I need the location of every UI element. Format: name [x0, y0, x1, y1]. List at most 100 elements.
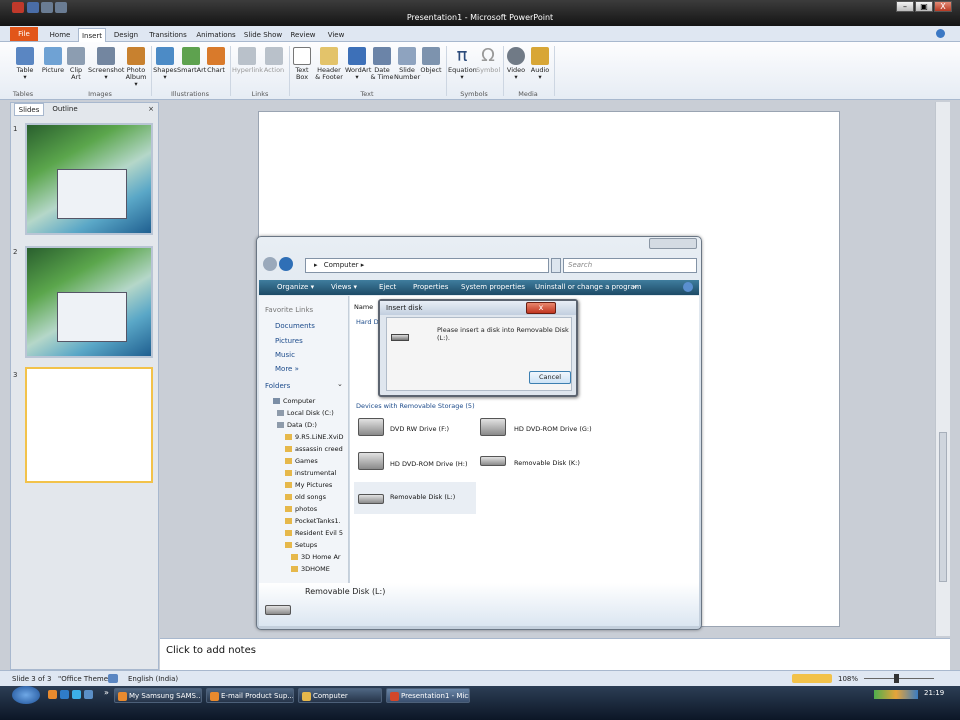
- minimize-button[interactable]: –: [896, 1, 914, 12]
- taskbar-item[interactable]: My Samsung SAMS...: [114, 688, 202, 703]
- tab-design[interactable]: Design: [110, 28, 142, 42]
- slide-thumbnail-2[interactable]: [25, 246, 153, 358]
- tree-item[interactable]: photos: [285, 505, 317, 513]
- system-properties-button[interactable]: System properties: [461, 280, 525, 295]
- wordart-button[interactable]: WordArt ▾: [345, 47, 371, 81]
- taskbar-item[interactable]: E-mail Product Sup...: [206, 688, 294, 703]
- tree-item[interactable]: Games: [285, 457, 318, 465]
- tab-outline[interactable]: Outline: [47, 103, 83, 116]
- zoom-slider[interactable]: [864, 678, 934, 679]
- zoom-slider-thumb[interactable]: [894, 674, 899, 683]
- quick-launch-icon[interactable]: [72, 690, 81, 699]
- tab-slides[interactable]: Slides: [14, 103, 44, 116]
- dialog-close-button[interactable]: x: [526, 302, 556, 314]
- computer-explorer-window[interactable]: ▸ Computer ▸ Search Organize ▾ Views ▾ E…: [256, 236, 702, 630]
- text-box-button[interactable]: Text Box: [291, 47, 313, 81]
- spelling-check-icon[interactable]: [108, 674, 118, 683]
- header-footer-button[interactable]: Header & Footer: [313, 47, 345, 81]
- save-icon[interactable]: [27, 2, 39, 13]
- maximize-button[interactable]: ▣: [915, 1, 933, 12]
- tree-item-computer[interactable]: Computer: [273, 397, 315, 405]
- slide-number-button[interactable]: Slide Number: [394, 47, 420, 81]
- uninstall-program-button[interactable]: Uninstall or change a program: [535, 280, 642, 295]
- folders-heading[interactable]: Folders: [265, 382, 290, 390]
- tab-transitions[interactable]: Transitions: [146, 28, 190, 42]
- tree-item[interactable]: 9.R5.LiNE.XviD: [285, 433, 344, 441]
- smartart-button[interactable]: SmartArt: [177, 47, 206, 74]
- clock[interactable]: 21:19: [924, 689, 944, 697]
- drive-k[interactable]: Removable Disk (K:): [514, 459, 580, 467]
- properties-button[interactable]: Properties: [413, 280, 448, 295]
- language-indicator[interactable]: English (India): [128, 675, 178, 683]
- system-tray-icons[interactable]: [874, 690, 918, 699]
- chart-button[interactable]: Chart: [205, 47, 227, 74]
- pane-close-button[interactable]: ×: [145, 103, 157, 116]
- action-button[interactable]: Action: [262, 47, 286, 74]
- slide-thumbnail-3[interactable]: [25, 367, 153, 483]
- tab-slide-show[interactable]: Slide Show: [242, 28, 284, 42]
- folders-chevron-icon[interactable]: ⌄: [337, 380, 343, 388]
- tree-item[interactable]: Setups: [285, 541, 317, 549]
- explorer-window-controls[interactable]: [649, 238, 697, 249]
- taskbar-item-active[interactable]: Presentation1 - Micr...: [386, 688, 470, 703]
- object-button[interactable]: Object: [420, 47, 442, 74]
- column-header-name[interactable]: Name: [354, 303, 373, 311]
- forward-icon[interactable]: [279, 257, 293, 271]
- tab-view[interactable]: View: [322, 28, 350, 42]
- help-icon[interactable]: [936, 29, 945, 38]
- symbol-button[interactable]: Ω Symbol: [476, 47, 500, 74]
- theme-name[interactable]: "Office Theme": [58, 675, 111, 683]
- tree-item[interactable]: assassin creed: [285, 445, 343, 453]
- shapes-button[interactable]: Shapes ▾: [153, 47, 177, 81]
- hyperlink-button[interactable]: Hyperlink: [232, 47, 263, 74]
- undo-icon[interactable]: [41, 2, 53, 13]
- drive-h[interactable]: HD DVD-ROM Drive (H:): [390, 460, 468, 468]
- tree-item[interactable]: 3DHOME: [291, 565, 330, 573]
- favorite-more[interactable]: More »: [275, 365, 299, 373]
- taskbar-item[interactable]: Computer: [298, 688, 382, 703]
- views-button[interactable]: Views ▾: [331, 280, 357, 295]
- tree-item[interactable]: Data (D:): [277, 421, 317, 429]
- view-buttons[interactable]: [792, 674, 832, 683]
- scroll-thumb[interactable]: [939, 432, 947, 582]
- equation-button[interactable]: π Equation ▾: [448, 47, 477, 81]
- tab-review[interactable]: Review: [288, 28, 318, 42]
- address-bar[interactable]: ▸ Computer ▸: [305, 258, 549, 273]
- organize-button[interactable]: Organize ▾: [277, 280, 314, 295]
- zoom-level[interactable]: 108%: [838, 675, 858, 683]
- quick-launch-more[interactable]: »: [104, 688, 109, 697]
- table-button[interactable]: Table ▾: [12, 47, 38, 81]
- eject-button[interactable]: Eject: [379, 280, 396, 295]
- drive-l[interactable]: Removable Disk (L:): [390, 493, 455, 501]
- help-icon[interactable]: [683, 282, 693, 292]
- tree-item[interactable]: 3D Home Ar: [291, 553, 341, 561]
- date-time-button[interactable]: Date & Time: [370, 47, 394, 81]
- search-input[interactable]: Search: [563, 258, 697, 273]
- tab-file[interactable]: File: [10, 27, 38, 41]
- redo-icon[interactable]: [55, 2, 67, 13]
- tree-item[interactable]: instrumental: [285, 469, 336, 477]
- tree-item[interactable]: Local Disk (C:): [277, 409, 334, 417]
- cancel-button[interactable]: Cancel: [529, 371, 571, 384]
- back-icon[interactable]: [263, 257, 277, 271]
- clip-art-button[interactable]: Clip Art: [66, 47, 86, 81]
- refresh-icon[interactable]: [551, 258, 561, 273]
- favorite-pictures[interactable]: Pictures: [275, 337, 303, 345]
- audio-button[interactable]: Audio ▾: [529, 47, 551, 81]
- more-commands-button[interactable]: »: [633, 280, 637, 295]
- quick-launch-icon[interactable]: [84, 690, 93, 699]
- tab-insert[interactable]: Insert: [78, 28, 106, 42]
- notes-pane[interactable]: Click to add notes: [160, 638, 950, 670]
- quick-launch-icon[interactable]: [60, 690, 69, 699]
- tree-item[interactable]: PocketTanks1.: [285, 517, 341, 525]
- favorite-documents[interactable]: Documents: [275, 322, 315, 330]
- start-button[interactable]: [12, 686, 40, 704]
- drive-f[interactable]: DVD RW Drive (F:): [390, 425, 449, 433]
- tree-item[interactable]: Resident Evil 5: [285, 529, 343, 537]
- favorite-music[interactable]: Music: [275, 351, 295, 359]
- drive-g[interactable]: HD DVD-ROM Drive (G:): [514, 425, 592, 433]
- photo-album-button[interactable]: Photo Album ▾: [124, 47, 148, 88]
- slide-thumbnail-1[interactable]: [25, 123, 153, 235]
- tab-home[interactable]: Home: [46, 28, 74, 42]
- tree-item[interactable]: My Pictures: [285, 481, 332, 489]
